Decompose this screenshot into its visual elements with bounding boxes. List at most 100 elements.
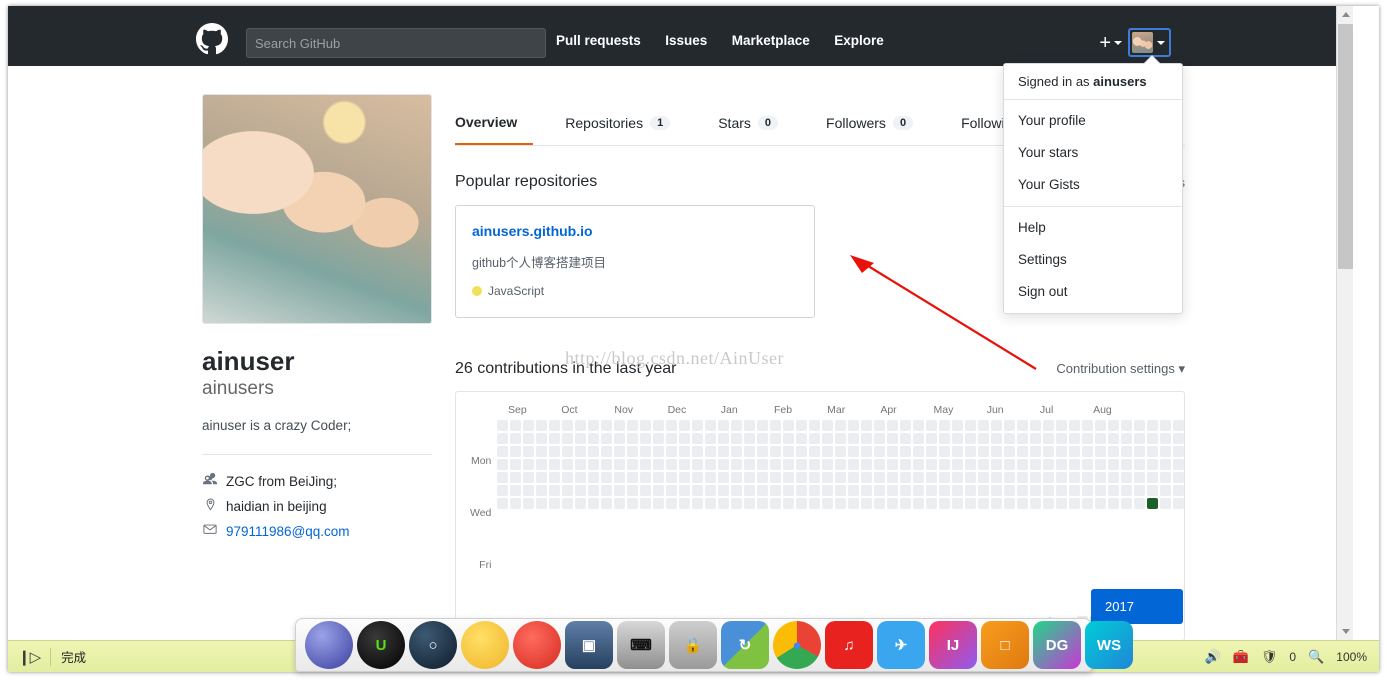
- contribution-cell[interactable]: [939, 420, 951, 431]
- contribution-cell[interactable]: [965, 420, 977, 431]
- contribution-cell[interactable]: [536, 472, 548, 483]
- contribution-cell[interactable]: [653, 420, 665, 431]
- contribution-cell[interactable]: [874, 472, 886, 483]
- contribution-cell[interactable]: [627, 472, 639, 483]
- contribution-cell[interactable]: [510, 498, 522, 509]
- contribution-cell[interactable]: [549, 446, 561, 457]
- contribution-cell[interactable]: [1095, 446, 1107, 457]
- contribution-cell[interactable]: [575, 472, 587, 483]
- contribution-cell[interactable]: [627, 498, 639, 509]
- contribution-cell[interactable]: [601, 485, 613, 496]
- create-new-button[interactable]: +: [1099, 33, 1122, 53]
- contribution-cell[interactable]: [575, 459, 587, 470]
- tab-followers[interactable]: Followers 0: [826, 101, 929, 145]
- contribution-cell[interactable]: [952, 420, 964, 431]
- contribution-cell[interactable]: [731, 472, 743, 483]
- contribution-cell[interactable]: [1173, 459, 1185, 470]
- contribution-cell[interactable]: [653, 459, 665, 470]
- contribution-cell[interactable]: [731, 498, 743, 509]
- contribution-cell[interactable]: [861, 472, 873, 483]
- scroll-down-arrow-icon[interactable]: [1337, 623, 1353, 640]
- contribution-cell[interactable]: [692, 485, 704, 496]
- contribution-cell[interactable]: [679, 446, 691, 457]
- contribution-cell[interactable]: [666, 459, 678, 470]
- contribution-cell[interactable]: [1082, 446, 1094, 457]
- contribution-cell[interactable]: [731, 420, 743, 431]
- contribution-cell[interactable]: [744, 459, 756, 470]
- year-button-2017[interactable]: 2017: [1091, 589, 1183, 624]
- contribution-cell[interactable]: [653, 485, 665, 496]
- contribution-cell[interactable]: [510, 446, 522, 457]
- tab-repositories[interactable]: Repositories 1: [565, 101, 686, 145]
- contribution-cell[interactable]: [562, 485, 574, 496]
- contribution-cell[interactable]: [1043, 459, 1055, 470]
- contribution-cell[interactable]: [1147, 485, 1159, 496]
- dock-icon-virtualbox[interactable]: ▣: [565, 621, 613, 669]
- contribution-cell[interactable]: [861, 459, 873, 470]
- profile-avatar[interactable]: [202, 94, 432, 324]
- contribution-cell[interactable]: [1108, 433, 1120, 444]
- contribution-cell[interactable]: [718, 472, 730, 483]
- contribution-cell[interactable]: [848, 446, 860, 457]
- contribution-cell[interactable]: [848, 433, 860, 444]
- contribution-cell[interactable]: [887, 498, 899, 509]
- contribution-cell[interactable]: [679, 472, 691, 483]
- contribution-cell[interactable]: [692, 433, 704, 444]
- contribution-cell[interactable]: [770, 472, 782, 483]
- contribution-cell[interactable]: [549, 472, 561, 483]
- contribution-cell[interactable]: [1134, 485, 1146, 496]
- contribution-cell[interactable]: [770, 420, 782, 431]
- contribution-cell[interactable]: [1160, 433, 1172, 444]
- contribution-cell[interactable]: [1160, 498, 1172, 509]
- contribution-cell[interactable]: [536, 459, 548, 470]
- contribution-cell[interactable]: [1004, 472, 1016, 483]
- contribution-cell[interactable]: [1017, 420, 1029, 431]
- contribution-cell[interactable]: [874, 498, 886, 509]
- contribution-cell[interactable]: [510, 459, 522, 470]
- contribution-cell[interactable]: [809, 446, 821, 457]
- contribution-cell[interactable]: [835, 433, 847, 444]
- contribution-cell[interactable]: [796, 420, 808, 431]
- contribution-cell[interactable]: [731, 485, 743, 496]
- contribution-cell[interactable]: [1017, 459, 1029, 470]
- contribution-cell[interactable]: [913, 498, 925, 509]
- contribution-cell[interactable]: [1082, 433, 1094, 444]
- scrollbar-thumb[interactable]: [1338, 24, 1353, 269]
- contribution-cell[interactable]: [978, 420, 990, 431]
- contribution-cell[interactable]: [575, 420, 587, 431]
- contribution-cell[interactable]: [679, 433, 691, 444]
- contribution-cell[interactable]: [783, 498, 795, 509]
- contribution-cell[interactable]: [848, 459, 860, 470]
- contribution-cell[interactable]: [705, 446, 717, 457]
- menu-item-settings[interactable]: Settings: [1004, 244, 1182, 276]
- contribution-cell[interactable]: [692, 459, 704, 470]
- dock-icon-dingtalk[interactable]: ✈: [877, 621, 925, 669]
- contribution-cell[interactable]: [588, 459, 600, 470]
- contribution-cell[interactable]: [900, 446, 912, 457]
- contribution-cell[interactable]: [1134, 472, 1146, 483]
- contribution-cell[interactable]: [588, 498, 600, 509]
- contribution-cell[interactable]: [978, 433, 990, 444]
- contribution-cell[interactable]: [1056, 420, 1068, 431]
- contribution-cell[interactable]: [1121, 498, 1133, 509]
- contribution-cell[interactable]: [1173, 420, 1185, 431]
- contribution-cell[interactable]: [692, 472, 704, 483]
- contribution-cell[interactable]: [679, 485, 691, 496]
- contribution-cell[interactable]: [679, 498, 691, 509]
- vertical-scrollbar[interactable]: [1336, 6, 1353, 640]
- contribution-cell[interactable]: [861, 446, 873, 457]
- contribution-cell[interactable]: [913, 472, 925, 483]
- contribution-cell[interactable]: [562, 420, 574, 431]
- contribution-cell[interactable]: [783, 472, 795, 483]
- contribution-cell[interactable]: [1121, 459, 1133, 470]
- contribution-cell[interactable]: [744, 472, 756, 483]
- contribution-cell[interactable]: [835, 446, 847, 457]
- contribution-cell[interactable]: [783, 485, 795, 496]
- contribution-cell[interactable]: [497, 485, 509, 496]
- contribution-cell[interactable]: [523, 498, 535, 509]
- contribution-grid[interactable]: [497, 420, 1185, 604]
- dock-icon-lock[interactable]: 🔒: [669, 621, 717, 669]
- contribution-cell[interactable]: [1095, 433, 1107, 444]
- contribution-cell[interactable]: [1017, 472, 1029, 483]
- contribution-cell[interactable]: [731, 446, 743, 457]
